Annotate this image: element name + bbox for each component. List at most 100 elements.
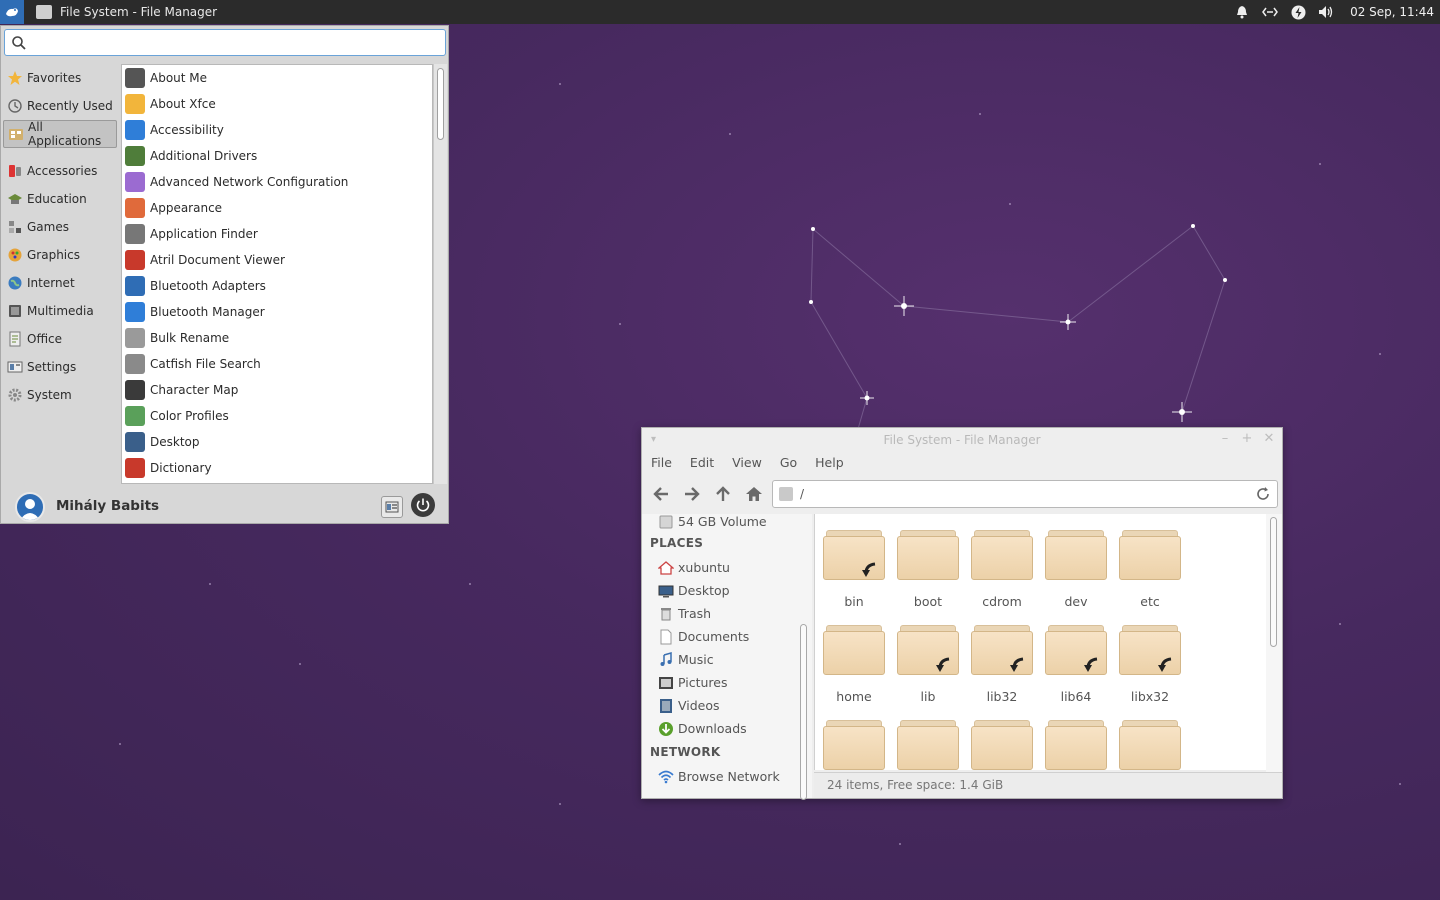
sidebar-item-pictures[interactable]: Pictures [642, 671, 812, 694]
menu-settings-button[interactable] [381, 496, 403, 518]
menu-view[interactable]: View [723, 452, 771, 474]
home-button[interactable] [743, 484, 765, 504]
folder-item[interactable] [819, 720, 889, 770]
symlink-arrow-icon [1010, 657, 1024, 672]
folder-item[interactable]: boot [893, 530, 963, 620]
app-item[interactable]: Catfish File Search [122, 351, 432, 377]
app-item[interactable]: Dictionary [122, 455, 432, 481]
folder-item[interactable] [1041, 720, 1111, 770]
app-item[interactable]: Bluetooth Manager [122, 299, 432, 325]
sidebar-item-54-gb-volume[interactable]: 54 GB Volume [642, 514, 812, 531]
folder-item[interactable]: cdrom [967, 530, 1037, 620]
folder-item[interactable]: lib32 [967, 625, 1037, 715]
sidebar-item-desktop[interactable]: Desktop [642, 579, 812, 602]
folder-item[interactable]: lib64 [1041, 625, 1111, 715]
drive-icon [779, 487, 793, 501]
menu-search-box[interactable] [4, 29, 446, 56]
window-title[interactable]: File System - File Manager [642, 428, 1282, 452]
file-view-scrollbar[interactable] [1266, 514, 1282, 772]
symlink-arrow-icon [1158, 657, 1172, 672]
sidebar-item-videos[interactable]: Videos [642, 694, 812, 717]
clock[interactable]: 02 Sep, 11:44 [1350, 5, 1434, 19]
app-item[interactable]: Bluetooth Adapters [122, 273, 432, 299]
sidebar-item-label: Videos [678, 698, 720, 713]
app-item[interactable]: About Me [122, 65, 432, 91]
menu-go[interactable]: Go [771, 452, 806, 474]
menu-edit[interactable]: Edit [681, 452, 723, 474]
folder-icon [971, 625, 1033, 675]
reload-icon[interactable] [1255, 486, 1271, 502]
window-menu-icon[interactable]: ▾ [651, 434, 661, 445]
category-internet[interactable]: Internet [3, 269, 117, 297]
app-item[interactable]: Desktop [122, 429, 432, 455]
category-games[interactable]: Games [3, 213, 117, 241]
category-office[interactable]: Office [3, 325, 117, 353]
app-item[interactable]: Appearance [122, 195, 432, 221]
folder-item[interactable]: home [819, 625, 889, 715]
scrollbar-thumb[interactable] [437, 68, 444, 140]
sidebar-item-browse-network[interactable]: Browse Network [642, 765, 812, 788]
app-item[interactable]: Accessibility [122, 117, 432, 143]
sidebar-item-label: Trash [678, 606, 712, 621]
folder-item[interactable]: libx32 [1115, 625, 1185, 715]
volume-icon[interactable] [1318, 4, 1334, 20]
app-item[interactable]: Additional Drivers [122, 143, 432, 169]
category-graphics[interactable]: Graphics [3, 241, 117, 269]
menu-search-input[interactable] [33, 34, 437, 51]
side-pane-scrollbar[interactable] [800, 624, 807, 800]
folder-item[interactable] [1115, 720, 1185, 770]
status-text: 24 items, Free space: 1.4 GiB [827, 778, 1004, 792]
app-item[interactable]: Color Profiles [122, 403, 432, 429]
minimize-icon[interactable]: – [1217, 431, 1233, 447]
network-icon[interactable] [1262, 4, 1279, 20]
folder-item[interactable]: etc [1115, 530, 1185, 620]
app-label: Color Profiles [150, 409, 229, 423]
app-item[interactable]: Character Map [122, 377, 432, 403]
folder-item[interactable] [967, 720, 1037, 770]
taskbar-window-button[interactable]: File System - File Manager [36, 0, 217, 24]
user-avatar[interactable] [15, 492, 45, 522]
applications-menu-button[interactable] [0, 0, 24, 24]
education-icon [7, 191, 23, 207]
app-item[interactable]: Atril Document Viewer [122, 247, 432, 273]
folder-item[interactable] [893, 720, 963, 770]
category-label: Settings [27, 360, 77, 374]
sidebar-item-documents[interactable]: Documents [642, 625, 812, 648]
application-list-scrollbar[interactable] [433, 64, 447, 484]
location-bar[interactable]: / [772, 480, 1278, 508]
category-favorites[interactable]: Favorites [3, 64, 117, 92]
sidebar-item-xubuntu[interactable]: xubuntu [642, 556, 812, 579]
category-accessories[interactable]: Accessories [3, 157, 117, 185]
app-item[interactable]: Application Finder [122, 221, 432, 247]
menu-help[interactable]: Help [806, 452, 853, 474]
location-path[interactable]: / [800, 487, 804, 501]
sidebar-item-music[interactable]: Music [642, 648, 812, 671]
app-item[interactable]: About Xfce [122, 91, 432, 117]
app-item[interactable]: Advanced Network Configuration [122, 169, 432, 195]
app-label: Atril Document Viewer [150, 253, 285, 267]
notification-bell-icon[interactable] [1234, 4, 1250, 20]
back-button[interactable] [650, 484, 672, 504]
power-manager-icon[interactable] [1290, 4, 1306, 20]
category-education[interactable]: Education [3, 185, 117, 213]
menu-file[interactable]: File [642, 452, 681, 474]
sidebar-item-trash[interactable]: Trash [642, 602, 812, 625]
parent-folder-button[interactable] [712, 484, 734, 504]
category-all-applications[interactable]: All Applications [3, 120, 117, 148]
scrollbar-thumb[interactable] [1270, 517, 1277, 647]
app-label: About Me [150, 71, 208, 85]
folder-item[interactable]: dev [1041, 530, 1111, 620]
folder-label: bin [844, 594, 864, 609]
category-multimedia[interactable]: Multimedia [3, 297, 117, 325]
category-system[interactable]: System [3, 381, 117, 409]
app-item[interactable]: Bulk Rename [122, 325, 432, 351]
close-icon[interactable]: ✕ [1261, 431, 1277, 447]
folder-item[interactable]: lib [893, 625, 963, 715]
power-button[interactable] [411, 493, 435, 517]
folder-item[interactable]: bin [819, 530, 889, 620]
category-recently-used[interactable]: Recently Used [3, 92, 117, 120]
maximize-icon[interactable]: + [1239, 431, 1255, 447]
forward-button[interactable] [681, 484, 703, 504]
sidebar-item-downloads[interactable]: Downloads [642, 717, 812, 740]
category-settings[interactable]: Settings [3, 353, 117, 381]
